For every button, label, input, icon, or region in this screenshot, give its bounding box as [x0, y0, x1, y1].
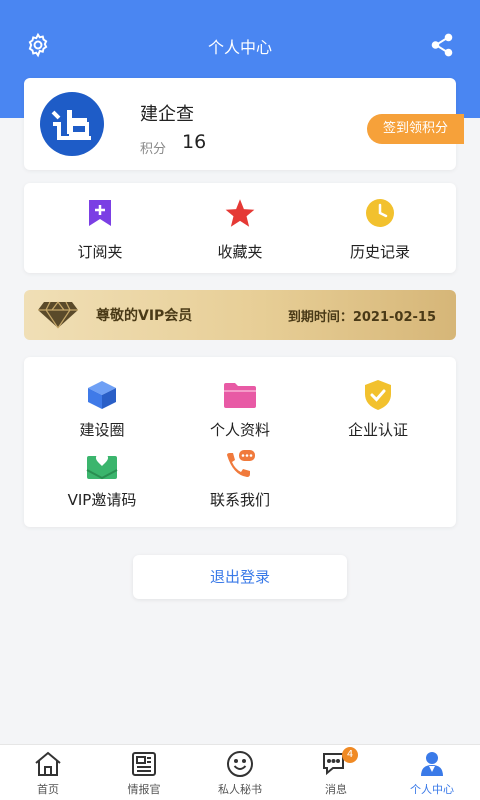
message-badge: 4 [342, 747, 358, 763]
tab-label: 首页 [37, 783, 59, 796]
tab-personal-center[interactable]: 个人中心 [384, 749, 480, 797]
phone-chat-icon [170, 449, 310, 481]
menu-item-enterprise-cert[interactable]: 企业认证 [308, 379, 448, 440]
quick-action-label: 收藏夹 [217, 243, 263, 261]
quick-action-label: 历史记录 [349, 243, 410, 261]
clock-icon [320, 197, 440, 229]
tab-label: 消息 [325, 783, 347, 796]
tab-label: 个人中心 [410, 783, 454, 796]
tab-intelligence[interactable]: 情报官 [96, 749, 192, 797]
diamond-icon [36, 300, 80, 334]
subscriptions-button[interactable]: 订阅夹 [40, 197, 160, 262]
points-value: 16 [182, 131, 207, 153]
profile-card: 建企查 积分 16 签到领积分 [24, 78, 464, 170]
top-bar: 个人中心 [0, 24, 480, 66]
points-label: 积分 [140, 142, 167, 157]
menu-item-vip-invite[interactable]: VIP邀请码 [32, 449, 172, 510]
vip-banner[interactable]: 尊敬的VIP会员 到期时间：2021-02-15 [24, 290, 456, 340]
menu-item-profile[interactable]: 个人资料 [170, 379, 310, 440]
shield-check-icon [308, 379, 448, 411]
logout-button[interactable]: 退出登录 [133, 555, 347, 599]
menu-item-contact-us[interactable]: 联系我们 [170, 449, 310, 510]
cube-icon [32, 379, 172, 411]
message-icon: 4 [288, 747, 384, 779]
menu-item-label: 联系我们 [209, 491, 270, 509]
bookmark-plus-icon [40, 197, 160, 229]
tab-label: 情报官 [127, 783, 161, 796]
tab-secretary[interactable]: 私人秘书 [192, 749, 288, 797]
bottom-tab-bar: 首页 情报官 私人秘书 4 消息 个人中心 [0, 744, 480, 800]
tab-home[interactable]: 首页 [0, 749, 96, 797]
home-icon [0, 749, 96, 779]
favorites-button[interactable]: 收藏夹 [180, 197, 300, 262]
quick-actions-card: 订阅夹 收藏夹 历史记录 [24, 183, 456, 273]
newspaper-icon [96, 749, 192, 779]
user-icon [384, 749, 480, 779]
vip-title: 尊敬的VIP会员 [96, 308, 193, 324]
page-title: 个人中心 [207, 38, 272, 57]
menu-item-label: 建设圈 [79, 421, 125, 439]
menu-card: 建设圈 个人资料 企业认证 VIP邀请码 联系我们 [24, 357, 456, 527]
smile-icon [192, 749, 288, 779]
folder-icon [170, 379, 310, 411]
vip-expire-date: 到期时间：2021-02-15 [287, 310, 436, 325]
menu-item-label: 个人资料 [209, 421, 270, 439]
company-logo [51, 110, 91, 140]
tab-messages[interactable]: 4 消息 [288, 747, 384, 797]
quick-action-label: 订阅夹 [77, 243, 123, 261]
star-icon [180, 197, 300, 229]
menu-item-label: VIP邀请码 [67, 491, 137, 509]
mail-heart-icon [32, 449, 172, 481]
avatar[interactable] [40, 92, 104, 156]
tab-label: 私人秘书 [218, 783, 262, 796]
share-icon[interactable] [426, 29, 458, 61]
history-button[interactable]: 历史记录 [320, 197, 440, 262]
menu-item-label: 企业认证 [347, 421, 408, 439]
checkin-button[interactable]: 签到领积分 [366, 114, 464, 144]
menu-item-construction-circle[interactable]: 建设圈 [32, 379, 172, 440]
user-name: 建企查 [140, 104, 194, 125]
